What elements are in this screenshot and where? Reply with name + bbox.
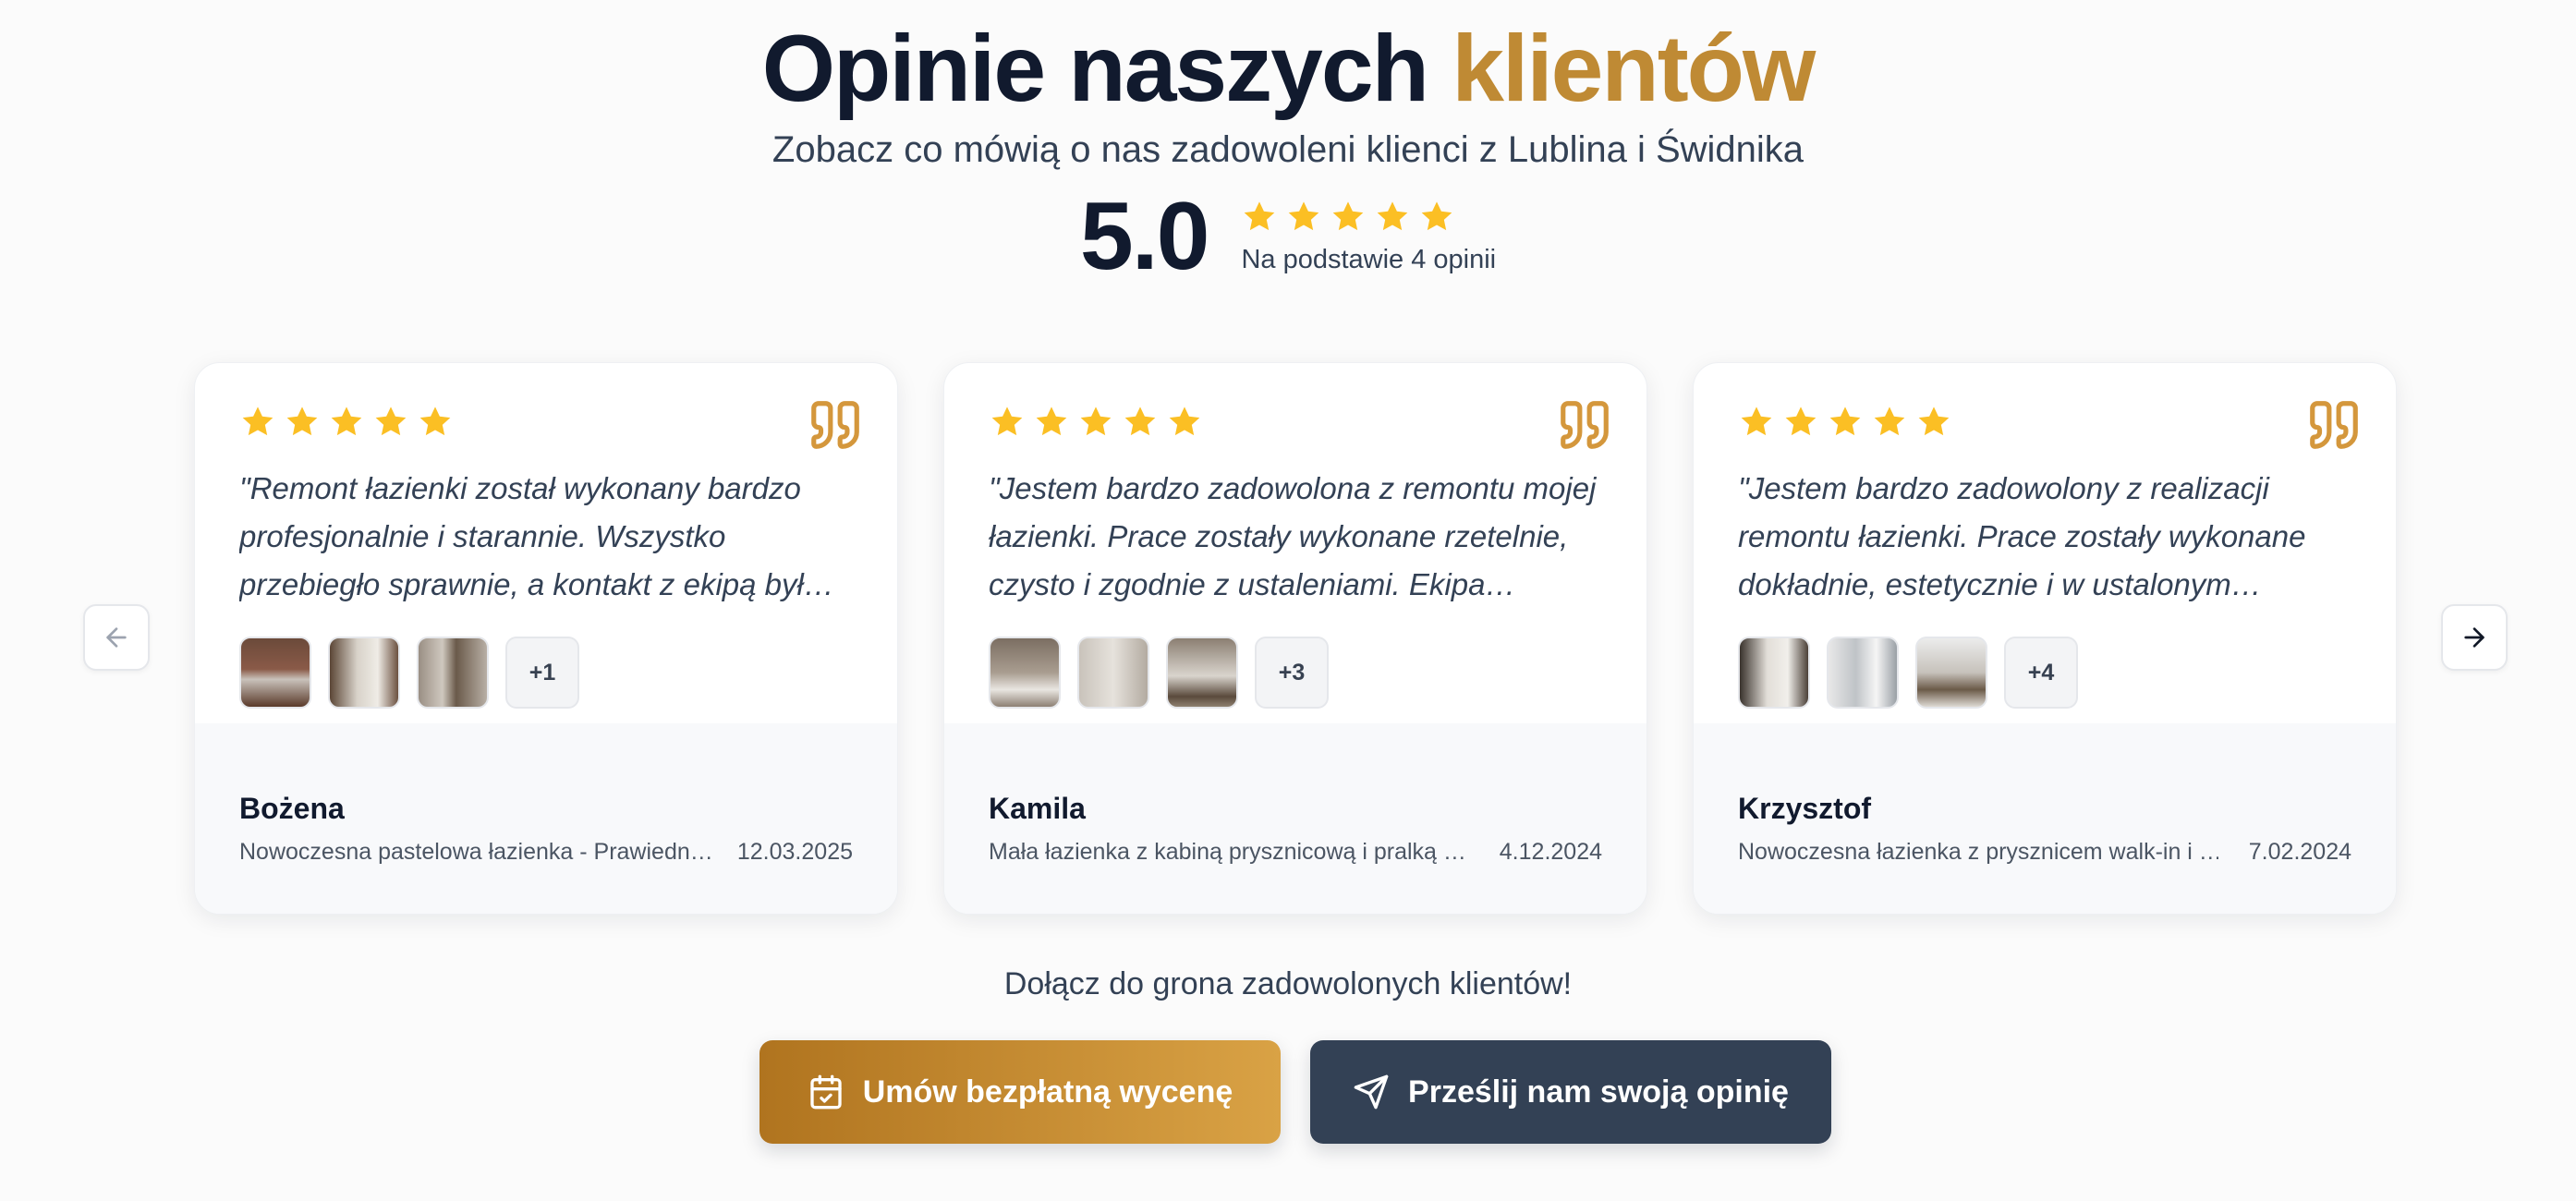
- review-stars: [239, 404, 853, 441]
- rating-caption: Na podstawie 4 opinii: [1241, 244, 1497, 274]
- send-icon: [1354, 1074, 1389, 1110]
- review-author: Krzysztof: [1738, 792, 1872, 825]
- review-card: "Remont łazienki został wykonany bardzo …: [194, 362, 898, 915]
- star-icon: [284, 404, 321, 441]
- arrow-right-icon: [2464, 627, 2485, 648]
- review-stars: [1738, 404, 2351, 441]
- review-quote: "Jestem bardzo zadowolona z remontu moje…: [989, 471, 1597, 601]
- review-quote: "Jestem bardzo zadowolony z realizacji r…: [1738, 471, 2306, 601]
- review-footer: Krzysztof Nowoczesna łazienka z prysznic…: [1694, 723, 2396, 914]
- star-icon: [1285, 199, 1322, 236]
- review-card: "Jestem bardzo zadowolony z realizacji r…: [1693, 362, 2397, 915]
- quote-icon: [811, 401, 859, 449]
- review-author: Bożena: [239, 792, 345, 825]
- page-title: Opinie naszych klientów: [0, 13, 2576, 124]
- cta-text: Dołącz do grona zadowolonych klientów!: [1003, 966, 1573, 1001]
- more-photos-button[interactable]: +4: [2004, 637, 2078, 709]
- review-card: "Jestem bardzo zadowolona z remontu moje…: [943, 362, 1647, 915]
- review-photo[interactable]: [417, 637, 489, 709]
- review-photo[interactable]: [1915, 637, 1987, 709]
- overall-rating: 5.0 Na podstawie 4 opinii: [0, 181, 2576, 292]
- review-photo[interactable]: [239, 637, 311, 709]
- rating-stars: [1241, 199, 1496, 236]
- star-icon: [328, 404, 365, 441]
- star-icon: [1241, 199, 1278, 236]
- review-date: 4.12.2024: [1499, 839, 1602, 865]
- star-icon: [1418, 199, 1455, 236]
- review-project: Mała łazienka z kabiną prysznicową i pra…: [989, 839, 1466, 865]
- carousel-next-button[interactable]: [2441, 604, 2508, 671]
- more-photos-button[interactable]: +3: [1255, 637, 1329, 709]
- star-icon: [1782, 404, 1819, 441]
- star-icon: [1738, 404, 1775, 441]
- star-icon: [1166, 404, 1203, 441]
- star-icon: [1871, 404, 1908, 441]
- review-footer: Bożena Nowoczesna pastelowa łazienka - P…: [195, 723, 897, 914]
- star-icon: [372, 404, 409, 441]
- title-accent: klientów: [1452, 16, 1816, 121]
- review-photo[interactable]: [1166, 637, 1238, 709]
- carousel-prev-button[interactable]: [83, 604, 150, 671]
- star-icon: [1077, 404, 1114, 441]
- star-icon: [1374, 199, 1411, 236]
- send-review-button[interactable]: Prześlij nam swoją opinię: [1310, 1040, 1831, 1144]
- review-project: Nowoczesna pastelowa łazienka - Prawiedn…: [239, 839, 713, 865]
- more-photos-button[interactable]: +1: [505, 637, 579, 709]
- review-photo[interactable]: [989, 637, 1061, 709]
- page-subtitle: Zobacz co mówią o nas zadowoleni klienci…: [772, 129, 1804, 170]
- review-author: Kamila: [989, 792, 1086, 825]
- review-photo[interactable]: [1077, 637, 1149, 709]
- review-date: 12.03.2025: [736, 839, 853, 865]
- free-quote-button[interactable]: Umów bezpłatną wycenę: [759, 1040, 1281, 1144]
- review-stars: [989, 404, 1602, 441]
- review-photos: +1: [239, 637, 853, 709]
- star-icon: [1122, 404, 1159, 441]
- star-icon: [417, 404, 454, 441]
- calendar-check-icon: [810, 1074, 842, 1110]
- review-date: 7.02.2024: [2248, 839, 2351, 865]
- review-photo[interactable]: [328, 637, 400, 709]
- free-quote-label: Umów bezpłatną wycenę: [862, 1074, 1233, 1110]
- quote-icon: [2310, 401, 2358, 449]
- star-icon: [1033, 404, 1070, 441]
- review-photo[interactable]: [1738, 637, 1810, 709]
- quote-icon: [1561, 401, 1609, 449]
- title-main: Opinie naszych: [761, 16, 1452, 121]
- review-photos: +3: [989, 637, 1602, 709]
- review-photo[interactable]: [1827, 637, 1899, 709]
- star-icon: [989, 404, 1026, 441]
- arrow-left-icon: [106, 627, 127, 648]
- review-quote: "Remont łazienki został wykonany bardzo …: [239, 471, 834, 601]
- star-icon: [1330, 199, 1367, 236]
- rating-score: 5.0: [1079, 183, 1210, 290]
- review-project: Nowoczesna łazienka z prysznicem walk-in…: [1738, 839, 2218, 865]
- review-footer: Kamila Mała łazienka z kabiną prysznicow…: [944, 723, 1646, 914]
- star-icon: [1915, 404, 1952, 441]
- rating-info: Na podstawie 4 opinii: [1241, 199, 1496, 275]
- send-review-label: Prześlij nam swoją opinię: [1408, 1074, 1789, 1110]
- star-icon: [1827, 404, 1864, 441]
- review-photos: +4: [1738, 637, 2351, 709]
- star-icon: [239, 404, 276, 441]
